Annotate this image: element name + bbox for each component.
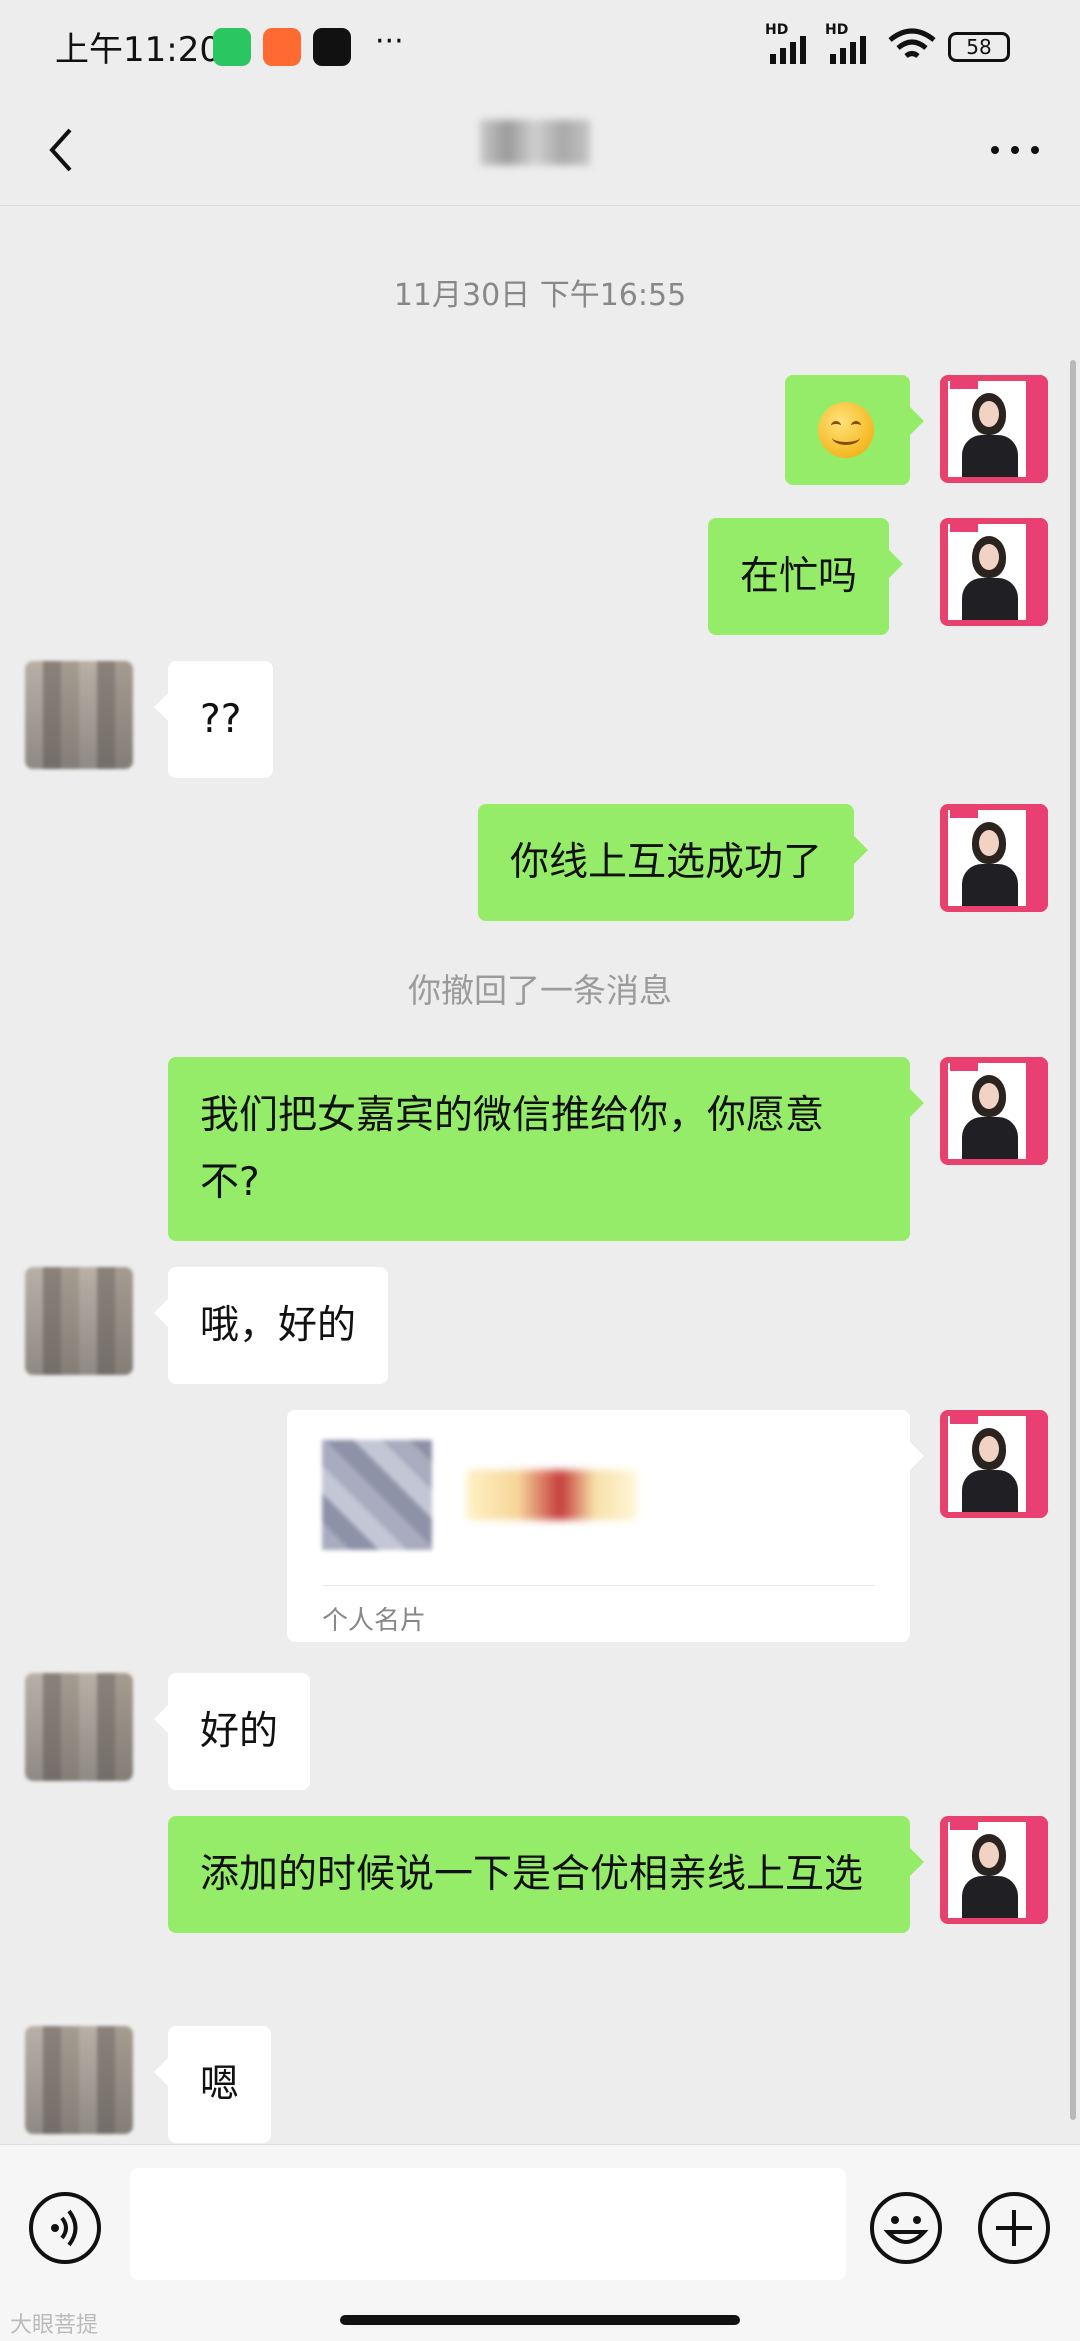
more-options-icon[interactable] xyxy=(980,125,1050,175)
status-bar: 上午11:20 ··· HD HD 58 xyxy=(0,0,1080,95)
battery-level: 58 xyxy=(966,35,992,59)
watermark: 大眼菩提 xyxy=(10,2313,99,2338)
message-list[interactable]: 11月30日 下午16:55 在忙吗 ?? 你线上互选成功了 你撤回了一条消息 … xyxy=(0,206,1080,2144)
contact-avatar[interactable] xyxy=(25,2026,133,2134)
message-bubble[interactable]: 好的 xyxy=(153,1673,311,1790)
contact-card-message[interactable]: 个人名片 xyxy=(287,1410,924,1642)
emoji-picker-icon[interactable] xyxy=(868,2190,944,2266)
message-bubble-emoji[interactable] xyxy=(785,375,924,485)
signal-icon-2 xyxy=(830,36,866,64)
card-avatar-blurred xyxy=(322,1440,432,1550)
recalled-notice: 你撤回了一条消息 xyxy=(408,971,672,1010)
card-type-label: 个人名片 xyxy=(322,1606,427,1636)
message-bubble[interactable]: 添加的时候说一下是合优相亲线上互选 xyxy=(168,1816,924,1933)
my-avatar[interactable] xyxy=(940,804,1048,912)
taobao-icon xyxy=(263,28,301,66)
contact-avatar[interactable] xyxy=(25,1673,133,1781)
my-avatar[interactable] xyxy=(940,375,1048,483)
scrollbar[interactable] xyxy=(1070,360,1076,2120)
input-bar: 大眼菩提 xyxy=(0,2144,1080,2341)
contact-avatar[interactable] xyxy=(25,661,133,769)
tiktok-icon xyxy=(313,28,351,66)
signal-icon xyxy=(770,36,806,64)
message-bubble[interactable]: 我们把女嘉宾的微信推给你，你愿意不? xyxy=(168,1057,924,1241)
message-bubble[interactable]: ?? xyxy=(153,661,274,778)
contact-name-blurred xyxy=(480,120,590,165)
timestamp: 11月30日 下午16:55 xyxy=(393,278,687,313)
contact-avatar[interactable] xyxy=(25,1267,133,1375)
card-divider xyxy=(322,1585,875,1586)
voice-input-icon[interactable] xyxy=(27,2190,103,2266)
chat-header xyxy=(0,95,1080,206)
my-avatar[interactable] xyxy=(940,1410,1048,1518)
message-bubble[interactable]: 哦，好的 xyxy=(153,1267,389,1384)
my-avatar[interactable] xyxy=(940,1057,1048,1165)
smile-emoji-icon xyxy=(818,402,874,458)
back-button[interactable] xyxy=(40,115,90,185)
message-bubble[interactable]: 在忙吗 xyxy=(708,518,904,635)
status-time: 上午11:20 xyxy=(55,30,221,70)
more-notifications-icon: ··· xyxy=(375,24,404,59)
message-bubble[interactable]: 嗯 xyxy=(153,2026,272,2143)
my-avatar[interactable] xyxy=(940,518,1048,626)
wifi-icon xyxy=(888,28,936,59)
message-input[interactable] xyxy=(130,2168,846,2280)
battery-icon: 58 xyxy=(948,32,1010,62)
more-functions-icon[interactable] xyxy=(976,2190,1052,2266)
wechat-icon xyxy=(213,28,251,66)
my-avatar[interactable] xyxy=(940,1816,1048,1924)
card-name-blurred xyxy=(467,1470,637,1520)
home-indicator[interactable] xyxy=(340,2315,740,2325)
message-bubble[interactable]: 你线上互选成功了 xyxy=(478,804,869,921)
